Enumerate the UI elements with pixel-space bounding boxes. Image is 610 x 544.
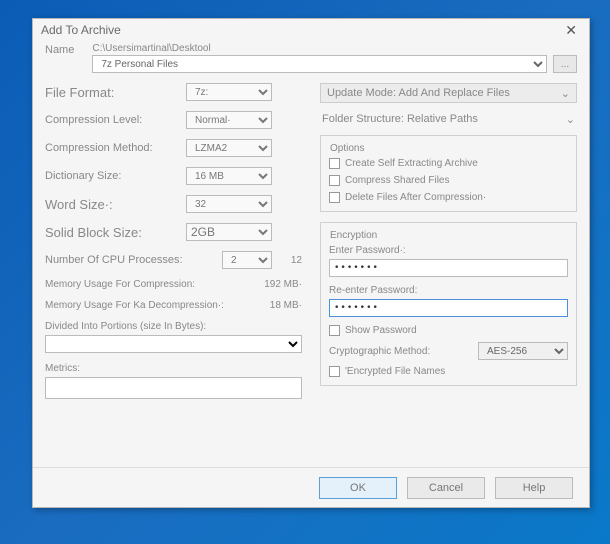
encrypt-filenames-label: 'Encrypted File Names (345, 366, 445, 377)
right-column: Update Mode: Add And Replace Files Folde… (320, 83, 577, 399)
password-input[interactable] (329, 259, 568, 277)
file-format-select[interactable]: 7z: (186, 83, 272, 101)
delete-after-checkbox[interactable] (329, 192, 340, 203)
encryption-fieldset: Encryption Enter Password·: Re-enter Pas… (320, 222, 577, 386)
left-column: File Format: 7z: Compression Level: Norm… (45, 83, 302, 399)
titlebar: Add To Archive ✕ (33, 19, 589, 41)
delete-after-label: Delete Files After Compression· (345, 192, 486, 203)
cpu-max: 12 (272, 255, 302, 266)
options-legend: Options (327, 143, 367, 154)
compression-method-select[interactable]: LZMA2 (186, 139, 272, 157)
mem-compress-value: 192 MB· (264, 279, 302, 290)
update-mode-select[interactable]: Update Mode: Add And Replace Files (320, 83, 577, 103)
metrics-label: Metrics: (45, 363, 302, 374)
reenter-password-label: Re-enter Password: (329, 285, 568, 296)
word-size-label: Word Size·: (45, 197, 186, 212)
enter-password-label: Enter Password·: (329, 245, 568, 256)
help-button[interactable]: Help (495, 477, 573, 499)
compression-method-label: Compression Method: (45, 142, 186, 154)
archive-path: C:\Usersimartinal\Desktool (92, 43, 577, 54)
close-icon[interactable]: ✕ (561, 22, 581, 39)
dialog-title: Add To Archive (41, 23, 121, 37)
compression-level-select[interactable]: Normal· (186, 111, 272, 129)
name-label: Name (45, 43, 74, 56)
dialog-content: Name C:\Usersimartinal\Desktool 7z Perso… (33, 41, 589, 465)
dictionary-size-label: Dictionary Size: (45, 170, 186, 182)
ok-button[interactable]: OK (319, 477, 397, 499)
dictionary-size-select[interactable]: 16 MB (186, 167, 272, 185)
cpu-processes-select[interactable]: 2 (222, 251, 272, 269)
divided-select[interactable] (45, 335, 302, 353)
compression-level-label: Compression Level: (45, 114, 186, 126)
compress-shared-checkbox[interactable] (329, 175, 340, 186)
folder-structure-select[interactable]: Folder Structure: Relative Paths (320, 109, 577, 129)
archive-name-select[interactable]: 7z Personal Files (92, 55, 547, 73)
divided-label: Divided Into Portions (size In Bytes): (45, 321, 302, 332)
reenter-password-input[interactable] (329, 299, 568, 317)
mem-compress-label: Memory Usage For Compression: (45, 279, 195, 290)
crypto-method-select[interactable]: AES-256 (478, 342, 568, 360)
encryption-legend: Encryption (327, 230, 380, 241)
button-bar: OK Cancel Help (33, 467, 589, 507)
mem-decompress-label: Memory Usage For Ka Decompression·: (45, 300, 224, 311)
crypto-method-label: Cryptographic Method: (329, 346, 470, 357)
mem-decompress-value: 18 MB· (270, 300, 302, 311)
metrics-input[interactable] (45, 377, 302, 399)
file-format-label: File Format: (45, 85, 186, 100)
solid-block-label: Solid Block Size: (45, 225, 186, 240)
encrypt-filenames-checkbox[interactable] (329, 366, 340, 377)
self-extract-checkbox[interactable] (329, 158, 340, 169)
word-size-select[interactable]: 32 (186, 195, 272, 213)
solid-block-select[interactable]: 2GB (186, 223, 272, 241)
show-password-checkbox[interactable] (329, 325, 340, 336)
add-to-archive-dialog: Add To Archive ✕ Name C:\Usersimartinal\… (32, 18, 590, 508)
browse-button[interactable]: ... (553, 55, 577, 73)
cpu-processes-label: Number Of CPU Processes: (45, 254, 222, 266)
options-fieldset: Options Create Self Extracting Archive C… (320, 135, 577, 212)
cancel-button[interactable]: Cancel (407, 477, 485, 499)
self-extract-label: Create Self Extracting Archive (345, 158, 478, 169)
show-password-label: Show Password (345, 325, 417, 336)
compress-shared-label: Compress Shared Files (345, 175, 449, 186)
